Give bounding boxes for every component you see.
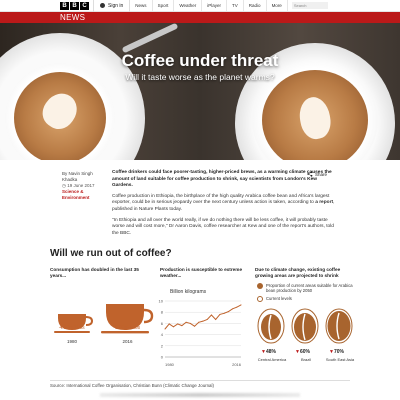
data-point xyxy=(168,323,170,325)
data-point xyxy=(236,306,238,308)
y-tick-label: 2 xyxy=(161,343,164,348)
news-section-label[interactable]: NEWS xyxy=(60,13,85,22)
signin-label: Sign in xyxy=(108,2,124,9)
bean-south-east-asia-icon xyxy=(325,308,353,344)
nav-item-sport[interactable]: Sport xyxy=(153,0,175,12)
nav-item-tv[interactable]: TV xyxy=(227,0,244,12)
y-tick-label: 10 xyxy=(159,299,164,304)
consumption-panel: Consumption has doubled in the last 35 y… xyxy=(50,267,155,279)
consumption-panel-title: Consumption has doubled in the last 35 y… xyxy=(50,267,139,278)
y-tick-label: 6 xyxy=(161,321,164,326)
legend-current-swatch xyxy=(257,296,263,302)
page-subtitle: Will it taste worse as the planet warms? xyxy=(125,72,275,82)
data-point xyxy=(172,326,174,328)
data-point xyxy=(227,311,229,313)
author: By Navin Singh Khadka xyxy=(62,171,93,182)
report-link[interactable]: a report xyxy=(315,200,333,205)
search-input[interactable]: Search xyxy=(291,2,328,9)
data-point xyxy=(215,318,217,320)
legend-current-label: Current levels xyxy=(266,296,292,301)
byline: By Navin Singh Khadka ◷ 19 June 2017 Sci… xyxy=(62,171,108,201)
central-america-label: Central America xyxy=(257,357,287,362)
data-point xyxy=(223,312,225,314)
data-point xyxy=(198,321,200,323)
bean-central-america-icon xyxy=(257,308,285,344)
x-tick-label: 1980 xyxy=(165,362,175,367)
hero-image: Coffee under threat Will it taste worse … xyxy=(0,23,400,160)
next-article-preview xyxy=(100,393,300,397)
signin-button[interactable]: Sign in xyxy=(93,0,131,12)
article-lead: Coffee drinkers could face poorer-tastin… xyxy=(112,170,332,189)
cup-1980-value: 4.90m kilos xyxy=(59,325,85,331)
cup-2016-year: 2016 xyxy=(122,339,133,344)
production-chart: 10 8 6 4 2 01980 2016 xyxy=(159,299,242,368)
production-panel: Production is susceptible to extreme wea… xyxy=(160,267,250,279)
brazil-pct-value: 60% xyxy=(299,349,310,355)
brazil-pct: ▼60% xyxy=(295,349,310,355)
cup-2016-value: 9.00m kilos xyxy=(114,325,141,331)
south-east-asia-pct: ▼70% xyxy=(329,349,344,355)
data-point xyxy=(240,304,242,306)
logo-letter-b1: B xyxy=(60,1,69,10)
data-point xyxy=(177,323,179,325)
data-point xyxy=(206,318,208,320)
nav-item-radio[interactable]: Radio xyxy=(244,0,267,12)
y-tick-label: 0 xyxy=(161,355,164,360)
article-body: Coffee drinkers could face poorer-tastin… xyxy=(112,170,338,241)
nav-item-iplayer[interactable]: iPlayer xyxy=(202,0,228,12)
y-tick-label: 4 xyxy=(161,332,164,337)
south-east-asia-label: South East Asia xyxy=(325,357,355,362)
nav-item-news[interactable]: News xyxy=(130,0,153,12)
legend-current: Current levels xyxy=(257,296,353,302)
news-bar: NEWS xyxy=(0,12,400,23)
bbc-logo[interactable]: B B C xyxy=(60,1,89,10)
article-paragraph-2: Coffee production in Ethiopia, the birth… xyxy=(112,194,338,214)
data-point xyxy=(202,320,204,322)
bean-brazil-icon xyxy=(291,308,319,344)
source-note: Source: International Coffee Organisatio… xyxy=(50,380,350,388)
legend-projected: Proportion of current areas suitable for… xyxy=(257,283,353,293)
logo-letter-b2: B xyxy=(70,1,79,10)
x-tick-label: 2016 xyxy=(232,362,242,367)
section-link[interactable]: Science & Environment xyxy=(62,189,108,201)
share-icon xyxy=(307,171,313,177)
date-label: 19 June 2017 xyxy=(67,183,95,188)
growing-areas-panel: Due to climate change, existing coffee g… xyxy=(255,267,355,279)
central-america-pct-value: 48% xyxy=(265,349,276,355)
global-nav: News Sport Weather iPlayer TV Radio More xyxy=(130,0,288,12)
coffee-beans xyxy=(257,308,353,344)
top-bar: B B C Sign in News Sport Weather iPlayer… xyxy=(0,0,400,12)
data-point xyxy=(232,308,234,310)
data-point xyxy=(181,325,183,327)
data-point xyxy=(194,325,196,327)
central-america-pct: ▼48% xyxy=(261,349,276,355)
data-point xyxy=(219,313,221,315)
infographic-title: Will we run out of coffee? xyxy=(50,248,172,259)
spoon xyxy=(121,23,179,54)
data-point xyxy=(210,314,212,316)
page-title: Coffee under threat xyxy=(121,51,279,70)
production-panel-title: Production is susceptible to extreme wea… xyxy=(160,267,243,278)
production-chart-title: Billion kilograms xyxy=(170,289,207,295)
cup-1980-year: 1980 xyxy=(66,339,77,344)
y-tick-label: 8 xyxy=(161,310,164,315)
production-line xyxy=(164,304,242,330)
growing-areas-panel-title: Due to climate change, existing coffee g… xyxy=(255,267,341,278)
south-east-asia-pct-value: 70% xyxy=(333,349,344,355)
data-point xyxy=(164,328,166,330)
legend-projected-swatch xyxy=(257,283,263,289)
nav-item-weather[interactable]: Weather xyxy=(174,0,203,12)
consumption-cups xyxy=(54,304,154,334)
brazil-label: Brazil xyxy=(300,357,311,362)
data-point xyxy=(189,322,191,324)
share-label: Share xyxy=(315,171,328,177)
p2-text-a: Coffee production in Ethiopia, the birth… xyxy=(112,193,330,206)
data-point xyxy=(185,321,187,323)
share-button[interactable]: Share xyxy=(307,171,327,177)
nav-item-more[interactable]: More xyxy=(267,0,288,12)
article-paragraph-3: "In Ethiopia and all over the world real… xyxy=(112,217,334,236)
legend-projected-label: Proportion of current areas suitable for… xyxy=(266,283,353,294)
logo-letter-c: C xyxy=(80,1,89,10)
user-icon xyxy=(100,3,105,8)
